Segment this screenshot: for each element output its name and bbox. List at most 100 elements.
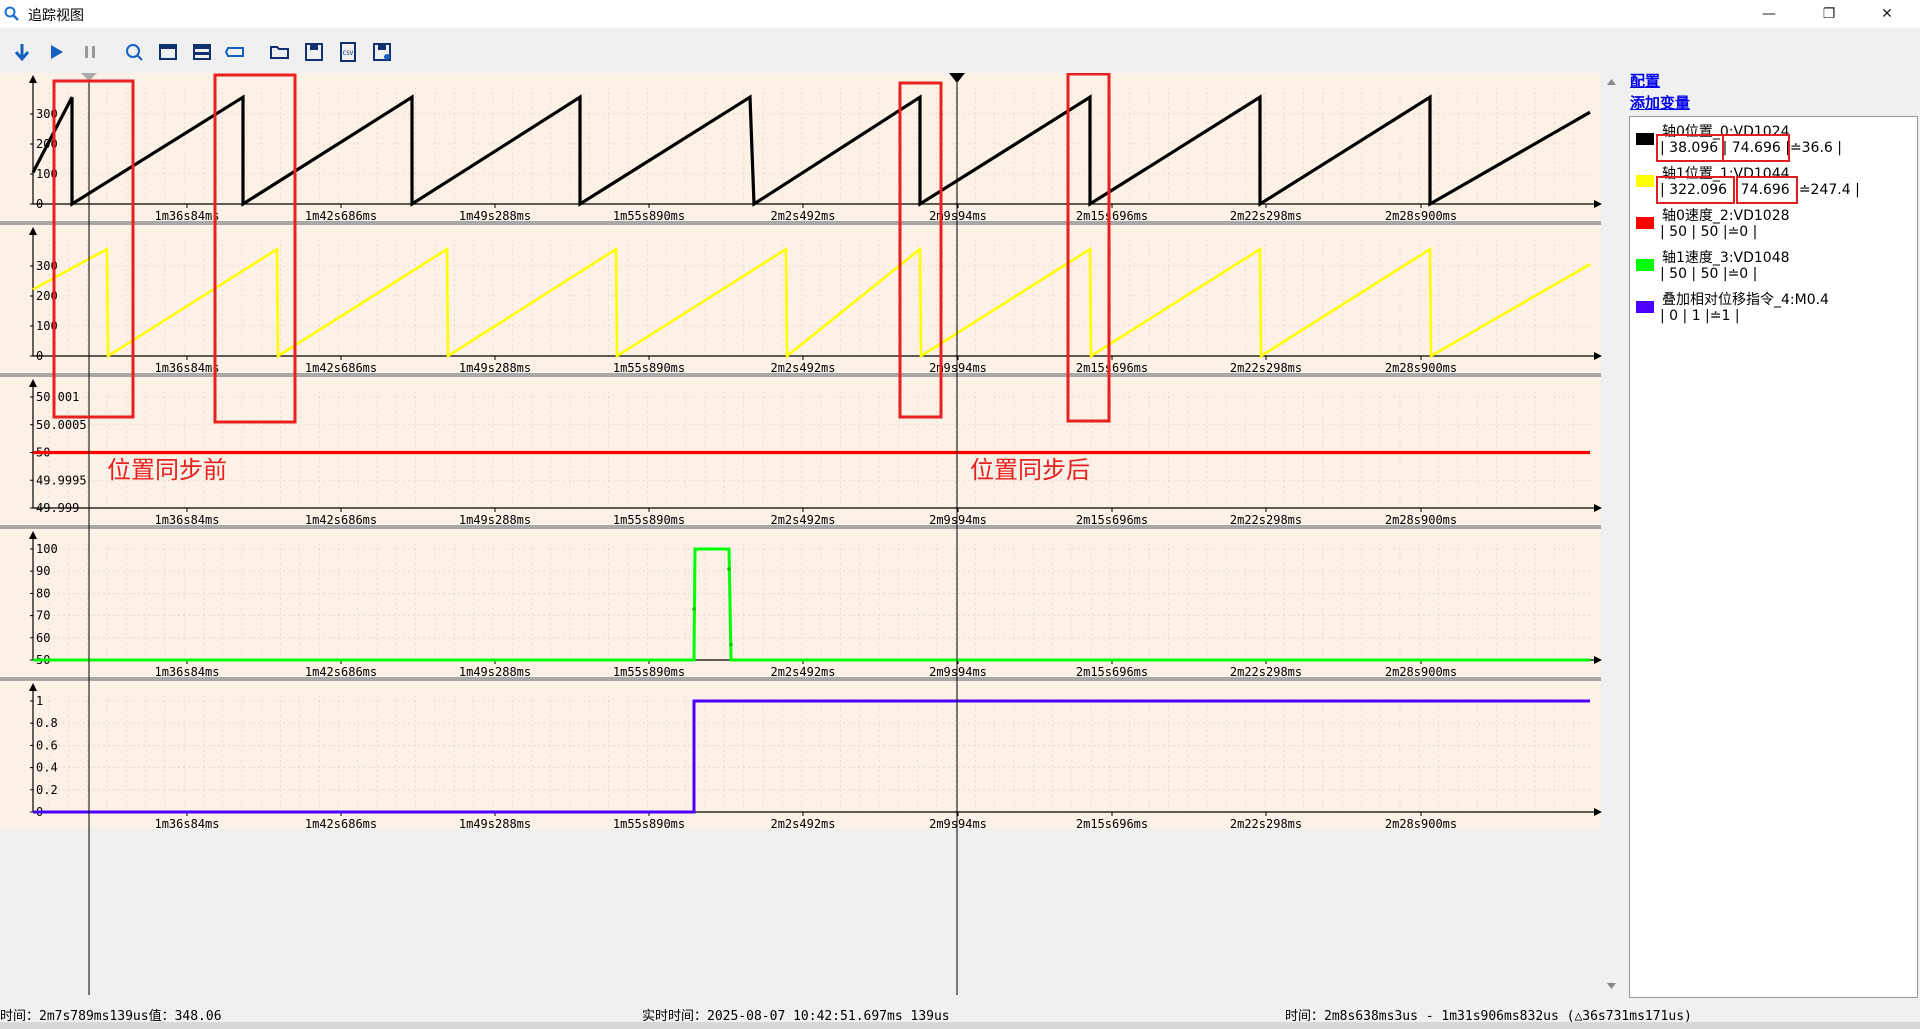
highlight-box xyxy=(1656,134,1724,162)
x-tick-label: 1m49s288ms xyxy=(459,817,531,831)
x-tick-label: 1m49s288ms xyxy=(459,209,531,223)
play-icon[interactable] xyxy=(44,40,68,64)
x-tick-label: 2m22s298ms xyxy=(1230,361,1302,375)
toolbar: CSV xyxy=(0,36,1620,68)
x-tick-label: 1m55s890ms xyxy=(613,361,685,375)
download-arrow-icon[interactable] xyxy=(10,40,34,64)
open-folder-icon[interactable] xyxy=(268,40,292,64)
legend-values: | 50 | 50 |≐0 | xyxy=(1660,224,1758,240)
label-icon[interactable] xyxy=(224,40,248,64)
legend-variable-name[interactable]: 叠加相对位移指令_4:M0.4 xyxy=(1662,289,1829,309)
x-tick-label: 2m15s696ms xyxy=(1076,665,1148,679)
x-tick-label: 1m49s288ms xyxy=(459,361,531,375)
plot-panel xyxy=(0,73,1601,221)
config-panel: 配置 添加变量 轴0位置_0:VD1024 | 38.096 | 74.696 |… xyxy=(1624,66,1920,998)
x-tick-label: 2m22s298ms xyxy=(1230,513,1302,527)
x-tick-label: 2m28s900ms xyxy=(1385,817,1457,831)
x-tick-label: 2m15s696ms xyxy=(1076,817,1148,831)
legend-swatch xyxy=(1636,259,1654,271)
x-tick-label: 2m22s298ms xyxy=(1230,209,1302,223)
svg-text:CSV: CSV xyxy=(343,50,354,57)
trigger-icon[interactable] xyxy=(122,40,146,64)
legend-values: | 50 | 50 |≐0 | xyxy=(1660,266,1758,282)
annotation-after: 位置同步后 xyxy=(970,456,1090,484)
data-point xyxy=(729,642,733,647)
x-tick-label: 2m2s492ms xyxy=(770,665,835,679)
legend-values: | 0 | 1 |≐1 | xyxy=(1660,308,1740,324)
x-tick-label: 1m36s84ms xyxy=(154,513,219,527)
x-tick-label: 1m36s84ms xyxy=(154,209,219,223)
restore-button[interactable]: ❐ xyxy=(1806,0,1852,28)
x-tick-label: 2m22s298ms xyxy=(1230,665,1302,679)
legend-swatch xyxy=(1636,133,1654,145)
window-icon[interactable] xyxy=(156,40,180,64)
trace-view-icon xyxy=(4,6,19,21)
vertical-scrollbar[interactable] xyxy=(1603,73,1620,995)
y-tick-label: 50.0005 xyxy=(36,418,87,432)
legend-swatch xyxy=(1636,217,1654,229)
x-tick-label: 1m55s890ms xyxy=(613,209,685,223)
x-tick-label: 1m55s890ms xyxy=(613,513,685,527)
x-tick-label: 2m15s696ms xyxy=(1076,513,1148,527)
scroll-arrows-icon[interactable] xyxy=(1603,73,1620,995)
x-tick-label: 1m42s686ms xyxy=(305,209,377,223)
status-bar: 时间：2m7s789ms139us值：348.06 实时时间：2025-08-0… xyxy=(0,1002,1920,1024)
highlight-box xyxy=(1722,134,1790,162)
y-tick-label: 90 xyxy=(36,564,50,578)
data-point xyxy=(692,607,696,611)
highlight-box xyxy=(1736,176,1798,204)
x-tick-label: 1m42s686ms xyxy=(305,513,377,527)
x-tick-label: 2m9s94ms xyxy=(929,665,987,679)
x-tick-label: 1m42s686ms xyxy=(305,665,377,679)
x-tick-label: 2m15s696ms xyxy=(1076,361,1148,375)
legend-swatch xyxy=(1636,175,1654,187)
bottom-bar xyxy=(0,1022,1920,1029)
x-tick-label: 2m28s900ms xyxy=(1385,665,1457,679)
x-tick-label: 1m55s890ms xyxy=(613,817,685,831)
config-link[interactable]: 配置 xyxy=(1630,70,1660,91)
x-tick-label: 2m28s900ms xyxy=(1385,361,1457,375)
x-tick-label: 2m2s492ms xyxy=(770,209,835,223)
variable-legend: 轴0位置_0:VD1024 | 38.096 | 74.696 |≐36.6 | 轴… xyxy=(1629,116,1918,998)
minimize-button[interactable]: — xyxy=(1746,0,1792,28)
y-tick-label: 1 xyxy=(36,694,43,708)
save-icon[interactable] xyxy=(302,40,326,64)
add-variable-link[interactable]: 添加变量 xyxy=(1630,92,1690,113)
trace-charts[interactable]: 01002003001m36s84ms 1m42s686ms 1m49s288ms 1… xyxy=(0,73,1620,995)
x-tick-label: 1m42s686ms xyxy=(305,361,377,375)
split-window-icon[interactable] xyxy=(190,40,214,64)
y-tick-label: 80 xyxy=(36,586,50,600)
title-bar: 追踪视图 — ❐ ✕ xyxy=(0,0,1920,28)
data-point xyxy=(727,567,731,571)
legend-variable-name[interactable]: 轴1速度_3:VD1048 xyxy=(1662,247,1790,267)
x-tick-label: 2m9s94ms xyxy=(929,209,987,223)
x-tick-label: 2m28s900ms xyxy=(1385,209,1457,223)
close-button[interactable]: ✕ xyxy=(1864,0,1910,28)
y-tick-label: 0.2 xyxy=(36,783,58,797)
highlight-box xyxy=(1656,176,1735,204)
save-as-icon[interactable] xyxy=(370,40,394,64)
x-tick-label: 1m49s288ms xyxy=(459,665,531,679)
x-tick-label: 2m2s492ms xyxy=(770,817,835,831)
legend-variable-name[interactable]: 轴0速度_2:VD1028 xyxy=(1662,205,1790,225)
x-tick-label: 1m55s890ms xyxy=(613,665,685,679)
x-tick-label: 2m9s94ms xyxy=(929,513,987,527)
y-tick-label: 50.001 xyxy=(36,390,79,404)
legend-swatch xyxy=(1636,301,1654,313)
y-tick-label: 70 xyxy=(36,609,50,623)
csv-export-icon[interactable]: CSV xyxy=(336,40,360,64)
x-tick-label: 2m9s94ms xyxy=(929,817,987,831)
pause-icon[interactable] xyxy=(78,40,102,64)
x-tick-label: 2m28s900ms xyxy=(1385,513,1457,527)
x-tick-label: 2m15s696ms xyxy=(1076,209,1148,223)
x-tick-label: 2m22s298ms xyxy=(1230,817,1302,831)
x-tick-label: 1m36s84ms xyxy=(154,817,219,831)
y-tick-label: 60 xyxy=(36,631,50,645)
plot-panel xyxy=(0,681,1601,829)
plot-panel xyxy=(0,225,1601,373)
y-tick-label: 0.8 xyxy=(36,716,58,730)
plot-panel xyxy=(0,529,1601,677)
y-tick-label: 100 xyxy=(36,542,58,556)
x-tick-label: 1m36s84ms xyxy=(154,665,219,679)
x-tick-label: 2m9s94ms xyxy=(929,361,987,375)
